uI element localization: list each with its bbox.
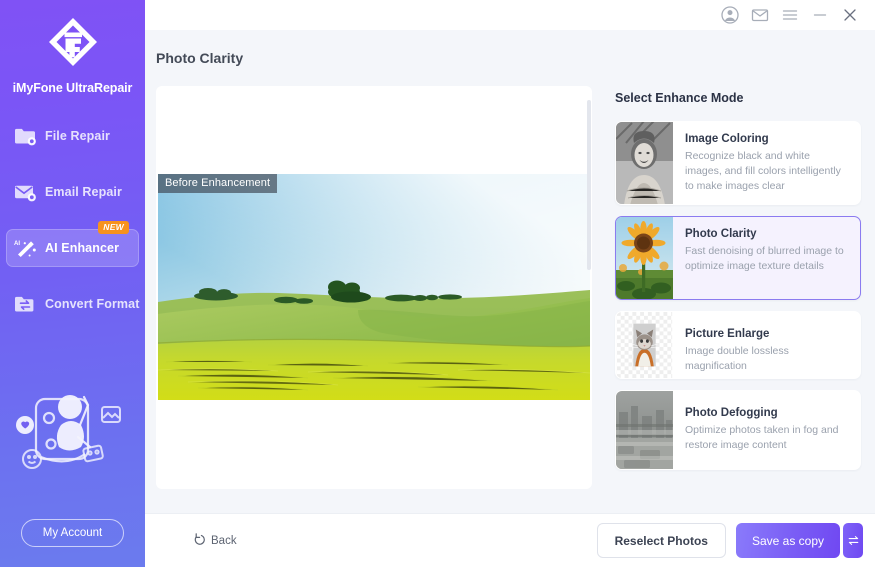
sidebar-item-email-repair[interactable]: Email Repair: [6, 173, 139, 211]
main-area: Photo Clarity Before Enhancement Select …: [145, 0, 875, 567]
before-enhancement-badge: Before Enhancement: [158, 174, 278, 193]
sidebar-item-convert-format[interactable]: Convert Format: [6, 285, 139, 323]
account-icon[interactable]: [715, 1, 745, 29]
save-button-group: Save as copy: [735, 523, 863, 558]
reselect-photos-label: Reselect Photos: [614, 533, 708, 548]
mode-text: Image Coloring Recognize black and white…: [673, 122, 860, 204]
sidebar: iMyFone UltraRepair File Repair Email Re…: [0, 0, 145, 567]
app-window: iMyFone UltraRepair File Repair Email Re…: [0, 0, 875, 567]
save-as-copy-label: Save as copy: [751, 533, 824, 548]
brand-name: iMyFone UltraRepair: [12, 81, 133, 95]
back-button[interactable]: Back: [193, 532, 237, 549]
content-body: Before Enhancement Select Enhance Mode I…: [145, 86, 875, 513]
bw-portrait-thumb: [616, 122, 673, 204]
new-badge: NEW: [98, 221, 129, 234]
mode-name: Photo Clarity: [685, 228, 757, 240]
foggy-city-thumb: [616, 391, 673, 469]
preview-photo: [158, 174, 590, 400]
sunflower-thumb: [616, 217, 673, 299]
my-account-label: My Account: [42, 527, 103, 539]
convert-format-icon: [12, 292, 38, 316]
mode-card-image-coloring[interactable]: Image Coloring Recognize black and white…: [615, 121, 861, 205]
page-title: Photo Clarity: [156, 50, 244, 66]
swap-arrows-icon[interactable]: [843, 523, 863, 558]
preview-column: Before Enhancement: [156, 86, 592, 513]
enhance-mode-panel: Select Enhance Mode Image Coloring Recog…: [592, 86, 875, 513]
mode-text: Photo Clarity Fast denoising of blurred …: [673, 217, 860, 299]
sidebar-item-label: File Repair: [45, 129, 111, 143]
mode-desc: Optimize photos taken in fog and restore…: [685, 424, 839, 451]
undo-arrow-icon: [193, 532, 206, 549]
page-header: Photo Clarity: [145, 30, 875, 86]
sidebar-nav: File Repair Email Repair AI AI Enhancer …: [0, 117, 145, 323]
mode-name: Picture Enlarge: [685, 328, 770, 340]
save-as-copy-button[interactable]: Save as copy: [735, 523, 840, 558]
photo-preview-card[interactable]: Before Enhancement: [156, 86, 592, 489]
footer-actions: Reselect Photos Save as copy: [596, 523, 863, 558]
mode-card-photo-defogging[interactable]: Photo Defogging Optimize photos taken in…: [615, 390, 861, 470]
diamond-f-logo-icon: [0, 14, 145, 75]
reselect-photos-button[interactable]: Reselect Photos: [596, 523, 726, 558]
sidebar-item-label: AI Enhancer: [45, 241, 120, 255]
mode-desc: Recognize black and white images, and fi…: [685, 150, 841, 192]
menu-icon[interactable]: [775, 1, 805, 29]
mode-card-photo-clarity[interactable]: Photo Clarity Fast denoising of blurred …: [615, 216, 861, 300]
mode-desc: Image double lossless magnification: [685, 345, 789, 372]
sidebar-item-label: Convert Format: [45, 297, 140, 311]
mail-icon[interactable]: [745, 1, 775, 29]
preview-scrollbar[interactable]: [587, 100, 591, 270]
minimize-icon[interactable]: [805, 1, 835, 29]
person-photo-album-illustration: [8, 385, 138, 500]
mode-desc: Fast denoising of blurred image to optim…: [685, 245, 844, 272]
mode-card-picture-enlarge[interactable]: Picture Enlarge Image double lossless ma…: [615, 311, 861, 379]
mode-text: Photo Defogging Optimize photos taken in…: [673, 391, 860, 469]
back-label: Back: [211, 534, 237, 547]
sidebar-item-ai-enhancer[interactable]: AI AI Enhancer NEW: [6, 221, 139, 267]
brand: iMyFone UltraRepair: [0, 0, 145, 95]
mode-name: Photo Defogging: [685, 407, 778, 419]
cat-thumb: [616, 312, 673, 378]
sidebar-item-file-repair[interactable]: File Repair: [6, 117, 139, 155]
my-account-button[interactable]: My Account: [21, 519, 124, 547]
sidebar-item-label: Email Repair: [45, 185, 122, 199]
footer-bar: Back Reselect Photos Save as copy: [145, 513, 875, 567]
magic-wand-ai-icon: AI: [12, 236, 38, 260]
mode-name: Image Coloring: [685, 133, 769, 145]
folder-repair-icon: [12, 124, 38, 148]
close-icon[interactable]: [835, 1, 865, 29]
window-titlebar: [145, 0, 875, 30]
enhance-mode-title: Select Enhance Mode: [615, 91, 744, 105]
mode-text: Picture Enlarge Image double lossless ma…: [673, 312, 860, 378]
svg-text:AI: AI: [14, 241, 20, 247]
email-repair-icon: [12, 180, 38, 204]
